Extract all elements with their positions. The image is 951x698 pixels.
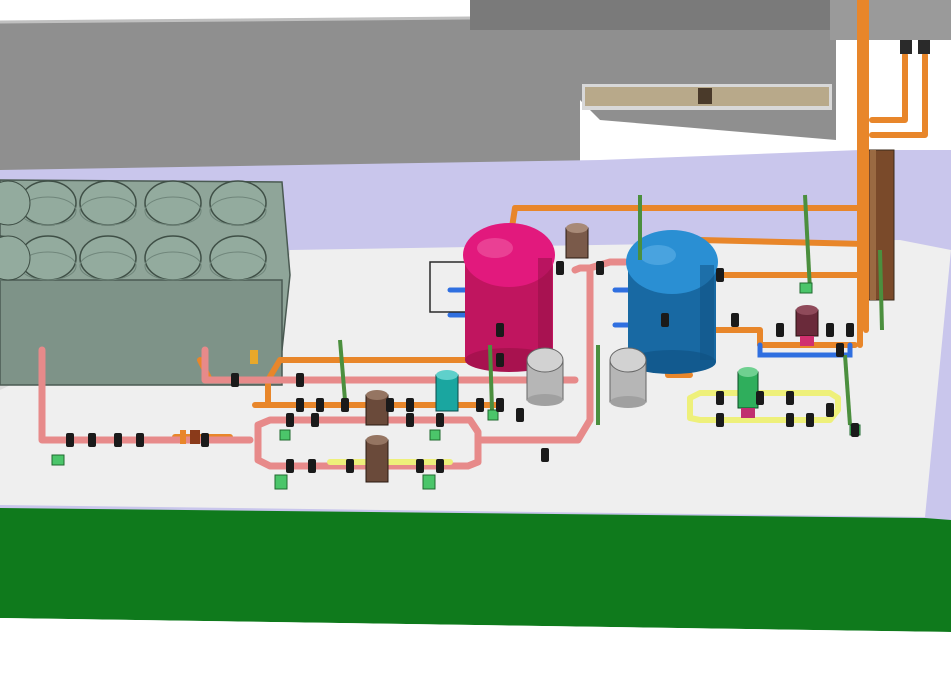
valve-marker xyxy=(716,391,724,405)
valve-marker xyxy=(231,373,239,387)
valve-marker xyxy=(406,398,414,412)
valve-marker xyxy=(476,398,484,412)
valve-marker xyxy=(496,323,504,337)
pump-brown-top xyxy=(565,223,589,259)
valve-marker xyxy=(496,353,504,367)
valve-marker xyxy=(316,398,324,412)
valve-marker xyxy=(496,398,504,412)
valve-marker xyxy=(201,433,209,447)
valve-marker xyxy=(296,398,304,412)
roof-right-block xyxy=(830,0,951,40)
valve-marker xyxy=(596,261,604,275)
valve-marker xyxy=(341,398,349,412)
expansion-vessel-1 xyxy=(526,347,564,406)
chiller-fan xyxy=(79,180,137,226)
valve-marker xyxy=(826,403,834,417)
valve-marker xyxy=(776,323,784,337)
valve-marker xyxy=(716,268,724,282)
valve-marker xyxy=(516,408,524,422)
valve-marker xyxy=(286,413,294,427)
valve-marker xyxy=(541,448,549,462)
plant-room-render xyxy=(0,0,951,698)
valve-marker xyxy=(731,313,739,327)
building-roof xyxy=(0,0,951,170)
valve-marker xyxy=(786,391,794,405)
pump-brown-lower xyxy=(365,435,389,483)
valve-marker xyxy=(786,413,794,427)
valve-marker xyxy=(436,459,444,473)
valve-marker xyxy=(436,413,444,427)
valve-marker xyxy=(661,313,669,327)
valve-marker xyxy=(296,373,304,387)
valve-marker xyxy=(846,323,854,337)
valve-marker xyxy=(308,459,316,473)
pump-teal xyxy=(435,370,459,412)
valve-marker xyxy=(88,433,96,447)
pump-green xyxy=(737,367,759,418)
grass xyxy=(0,508,951,632)
valve-marker xyxy=(406,413,414,427)
valve-marker xyxy=(114,433,122,447)
roof-top-block xyxy=(470,0,830,30)
expansion-vessel-2 xyxy=(609,347,647,408)
chiller-fan xyxy=(144,180,202,226)
chiller-fan xyxy=(144,235,202,281)
valve-marker xyxy=(836,343,844,357)
chiller-fan xyxy=(209,180,267,226)
valve-marker xyxy=(851,423,859,437)
valve-marker xyxy=(311,413,319,427)
valve-marker xyxy=(386,398,394,412)
valve-marker xyxy=(806,413,814,427)
pump-brown-middle xyxy=(365,390,389,426)
chiller-fan xyxy=(209,235,267,281)
valve-marker xyxy=(136,433,144,447)
valve-marker xyxy=(826,323,834,337)
valve-marker xyxy=(66,433,74,447)
valve-marker xyxy=(756,391,764,405)
valve-marker xyxy=(286,459,294,473)
valve-marker xyxy=(556,261,564,275)
valve-marker xyxy=(346,459,354,473)
valve-marker xyxy=(416,459,424,473)
chiller-fan xyxy=(79,235,137,281)
valve-marker xyxy=(716,413,724,427)
